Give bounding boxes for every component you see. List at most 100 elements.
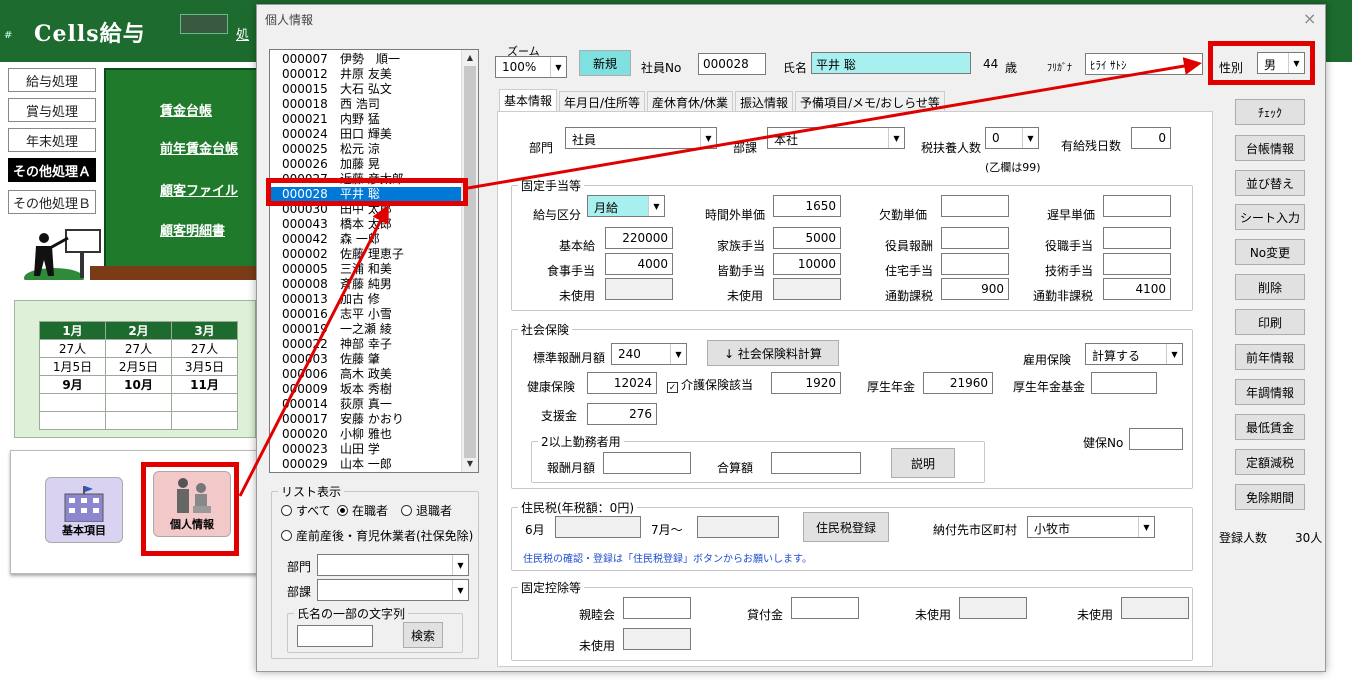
sort-button[interactable]: 並び替え	[1235, 170, 1305, 196]
city-select[interactable]: 小牧市 ▼	[1027, 516, 1155, 538]
list-item[interactable]: 000016 志平 小雪	[270, 307, 462, 322]
pension-field[interactable]: 21960	[923, 372, 993, 394]
menu-salary[interactable]: 給与処理	[8, 68, 96, 92]
list-item[interactable]: 000008 斉藤 純男	[270, 277, 462, 292]
check-button[interactable]: ﾁｪｯｸ	[1235, 99, 1305, 125]
section-select[interactable]: 本社 ▼	[767, 127, 905, 149]
list-item[interactable]: 000013 加古 修	[270, 292, 462, 307]
radio-all[interactable]: すべて	[281, 502, 331, 519]
care-checkbox[interactable]: ✓ 介護保険該当	[667, 376, 753, 393]
commute-nontax-field[interactable]: 4100	[1103, 278, 1171, 300]
search-button[interactable]: 検索	[403, 622, 443, 648]
loan-field[interactable]	[791, 597, 859, 619]
list-item[interactable]: 000025 松元 涼	[270, 142, 462, 157]
social-club-field[interactable]	[623, 597, 691, 619]
overtime-field[interactable]: 1650	[773, 195, 841, 217]
exemption-period-button[interactable]: 免除期間	[1235, 484, 1305, 510]
year-adjust-button[interactable]: 年調情報	[1235, 379, 1305, 405]
basic-items-button[interactable]: 基本項目	[45, 477, 123, 543]
header-link[interactable]: 処	[236, 24, 249, 43]
zoom-select[interactable]: 100% ▼	[495, 56, 567, 78]
link-wage-ledger[interactable]: 賃金台帳	[160, 100, 212, 119]
link-prev-wage-ledger[interactable]: 前年賃金台帳	[160, 138, 238, 157]
scroll-thumb[interactable]	[464, 66, 476, 458]
attendance-field[interactable]: 10000	[773, 253, 841, 275]
tab-extra[interactable]: 予備項目/メモ/おしらせ等	[795, 91, 945, 111]
radio-active[interactable]: 在職者	[337, 502, 388, 519]
prev-year-info-button[interactable]: 前年情報	[1235, 344, 1305, 370]
tab-basic[interactable]: 基本情報	[499, 89, 558, 113]
tab-bank[interactable]: 振込情報	[735, 91, 794, 111]
calc-social-button[interactable]: ↓ 社会保険料計算	[707, 340, 839, 366]
list-item[interactable]: 000029 山本 一郎	[270, 457, 462, 472]
list-item[interactable]: 000021 内野 猛	[270, 112, 462, 127]
name-field[interactable]: 平井 聡	[811, 52, 971, 74]
list-item[interactable]: 000009 坂本 秀樹	[270, 382, 462, 397]
dept-select[interactable]: 社員 ▼	[565, 127, 717, 149]
list-item[interactable]: 000003 佐藤 肇	[270, 352, 462, 367]
family-field[interactable]: 5000	[773, 227, 841, 249]
filter-section-select[interactable]: ▼	[317, 579, 469, 601]
list-item[interactable]: 000022 神部 幸子	[270, 337, 462, 352]
std-select[interactable]: 240 ▼	[611, 343, 687, 365]
min-wage-button[interactable]: 最低賃金	[1235, 414, 1305, 440]
base-field[interactable]: 220000	[605, 227, 673, 249]
pay-type-select[interactable]: 月給 ▼	[587, 195, 665, 217]
radio-maternity[interactable]: 産前産後・育児休業者(社保免除)	[281, 527, 473, 544]
list-item[interactable]: 000019 一之瀬 綾	[270, 322, 462, 337]
health-field[interactable]: 12024	[587, 372, 657, 394]
list-item[interactable]: 000006 高木 政美	[270, 367, 462, 382]
list-item[interactable]: 000018 西 浩司	[270, 97, 462, 112]
menu-yearend[interactable]: 年末処理	[8, 128, 96, 152]
menu-other-a[interactable]: その他処理Ａ	[8, 158, 96, 182]
link-client-detail[interactable]: 顧客明細書	[160, 220, 225, 239]
absence-field[interactable]	[941, 195, 1009, 217]
list-item[interactable]: 000014 荻原 真一	[270, 397, 462, 412]
list-item[interactable]: 000023 山田 学	[270, 442, 462, 457]
list-item[interactable]: 000012 井原 友美	[270, 67, 462, 82]
emp-ins-select[interactable]: 計算する ▼	[1085, 343, 1183, 365]
total-field[interactable]	[771, 452, 861, 474]
list-item[interactable]: 000015 大石 弘文	[270, 82, 462, 97]
skill-field[interactable]	[1103, 253, 1171, 275]
commute-tax-field[interactable]: 900	[941, 278, 1009, 300]
link-client-file[interactable]: 顧客ファイル	[160, 180, 238, 199]
late-field[interactable]	[1103, 195, 1171, 217]
health-no-field[interactable]	[1129, 428, 1183, 450]
radio-retired[interactable]: 退職者	[401, 502, 452, 519]
menu-bonus[interactable]: 賞与処理	[8, 98, 96, 122]
explain-button[interactable]: 説明	[891, 448, 955, 478]
support-field[interactable]: 276	[587, 403, 657, 425]
resident-register-button[interactable]: 住民税登録	[803, 512, 889, 542]
change-no-button[interactable]: No変更	[1235, 239, 1305, 265]
new-button[interactable]: 新規	[579, 50, 631, 76]
pension-fund-field[interactable]	[1091, 372, 1157, 394]
list-scrollbar[interactable]: ▲ ▼	[461, 50, 478, 472]
kana-field[interactable]: ﾋﾗｲ ｻﾄｼ	[1085, 53, 1203, 75]
list-item[interactable]: 000002 佐藤 理恵子	[270, 247, 462, 262]
sheet-input-button[interactable]: シート入力	[1235, 204, 1305, 230]
paid-leave-field[interactable]: 0	[1131, 127, 1171, 149]
emp-no-field[interactable]: 000028	[698, 53, 766, 75]
list-item[interactable]: 000024 田口 輝美	[270, 127, 462, 142]
print-button[interactable]: 印刷	[1235, 309, 1305, 335]
scroll-down-icon[interactable]: ▼	[464, 458, 476, 470]
tab-leave[interactable]: 産休育休/休業	[647, 91, 734, 111]
employee-list[interactable]: 000007 伊勢 順一 000012 井原 友美 000015 大石 弘文 000018 西…	[269, 49, 479, 473]
tab-dates-address[interactable]: 年月日/住所等	[559, 91, 646, 111]
ledger-info-button[interactable]: 台帳情報	[1235, 135, 1305, 161]
officer-field[interactable]	[941, 227, 1009, 249]
flat-tax-cut-button[interactable]: 定額減税	[1235, 449, 1305, 475]
list-item[interactable]: 000043 橋本 太郎	[270, 217, 462, 232]
list-item[interactable]: 000017 安藤 かおり	[270, 412, 462, 427]
position-field[interactable]	[1103, 227, 1171, 249]
housing-field[interactable]	[941, 253, 1009, 275]
list-item[interactable]: 000026 加藤 晃	[270, 157, 462, 172]
list-item[interactable]: 000020 小柳 雅也	[270, 427, 462, 442]
close-icon[interactable]: ×	[1303, 9, 1316, 28]
scroll-up-icon[interactable]: ▲	[464, 52, 476, 64]
name-part-input[interactable]	[297, 625, 373, 647]
dependents-select[interactable]: 0 ▼	[985, 127, 1039, 149]
meal-field[interactable]: 4000	[605, 253, 673, 275]
list-item[interactable]: 000007 伊勢 順一	[270, 52, 462, 67]
